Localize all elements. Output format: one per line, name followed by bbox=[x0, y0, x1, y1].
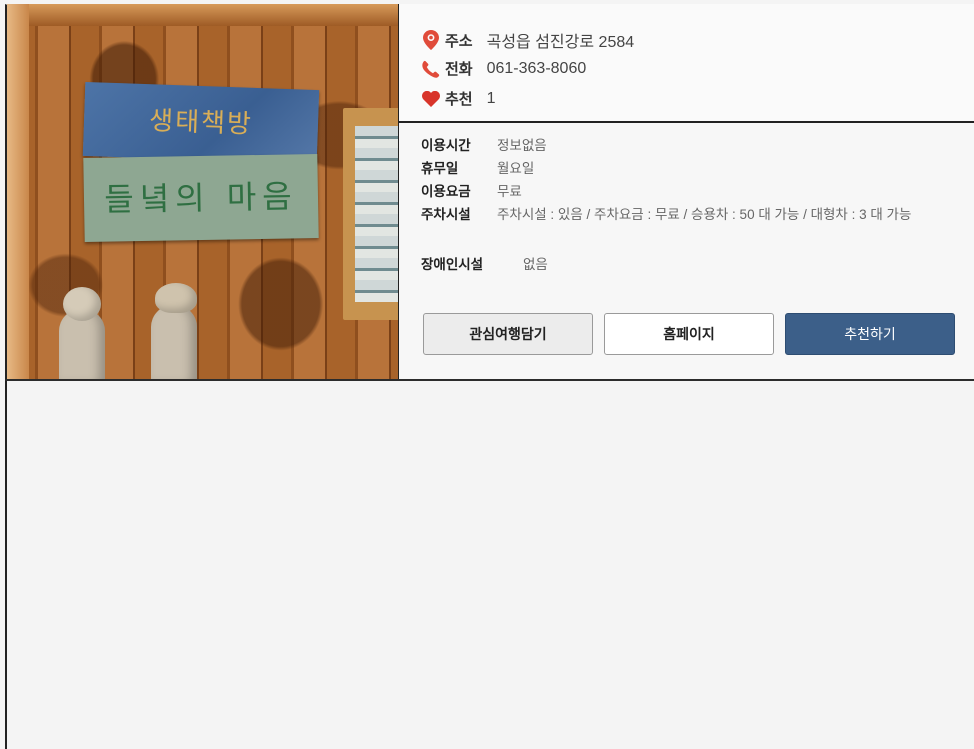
address-label: 주소 bbox=[445, 32, 473, 50]
photo-mirror-glass bbox=[355, 126, 398, 302]
add-to-favorites-button[interactable]: 관심여행담기 bbox=[423, 313, 593, 355]
recommend-count-row: 추천 1 bbox=[421, 88, 496, 109]
parking-label: 주차시설 bbox=[421, 207, 471, 222]
accessibility-value: 없음 bbox=[523, 257, 548, 272]
photo-sign-top: 생태책방 bbox=[82, 81, 320, 165]
heart-icon bbox=[421, 89, 441, 109]
photo-wood-beam bbox=[29, 4, 398, 26]
contact-info-panel: 주소 곡성읍 섬진강로 2584 전화 061-363-8060 추천 1 bbox=[398, 4, 974, 123]
recommend-button[interactable]: 추천하기 bbox=[785, 313, 955, 355]
phone-row: 전화 061-363-8060 bbox=[421, 58, 586, 79]
accessibility-row: 장애인시설 없음 bbox=[421, 254, 974, 276]
phone-value[interactable]: 061-363-8060 bbox=[487, 60, 587, 78]
parking-value: 주차시설 : 있음 / 주차요금 : 무료 / 승용차 : 50 대 가능 / … bbox=[497, 207, 912, 222]
photo-doll-figure bbox=[59, 287, 105, 379]
phone-icon bbox=[421, 59, 441, 79]
closed-day-label: 휴무일 bbox=[421, 161, 459, 176]
recommend-count: 1 bbox=[486, 89, 496, 107]
closed-day-row: 휴무일 월요일 bbox=[421, 158, 974, 180]
phone-label: 전화 bbox=[445, 61, 473, 78]
usage-info-panel: 이용시간 정보없음 휴무일 월요일 이용요금 무료 주차시설 주차시설 : 있음… bbox=[398, 123, 974, 380]
hours-label: 이용시간 bbox=[421, 138, 471, 153]
homepage-button[interactable]: 홈페이지 bbox=[604, 313, 774, 355]
address-row: 주소 곡성읍 섬진강로 2584 bbox=[421, 28, 634, 52]
recommend-label: 추천 bbox=[445, 91, 473, 108]
address-value: 곡성읍 섬진강로 2584 bbox=[486, 34, 635, 51]
fee-label: 이용요금 bbox=[421, 184, 471, 199]
section-divider bbox=[5, 379, 974, 381]
location-pin-icon bbox=[421, 30, 441, 50]
hours-row: 이용시간 정보없음 bbox=[421, 135, 974, 157]
fee-value: 무료 bbox=[497, 184, 522, 199]
photo-sign-bottom: 들녘의 마음 bbox=[83, 153, 319, 243]
photo-wood-edge bbox=[7, 4, 29, 379]
closed-day-value: 월요일 bbox=[497, 161, 535, 176]
hours-value: 정보없음 bbox=[497, 138, 547, 153]
photo-mirror bbox=[343, 108, 398, 320]
parking-row: 주차시설 주차시설 : 있음 / 주차요금 : 무료 / 승용차 : 50 대 … bbox=[421, 204, 974, 226]
place-photo: 생태책방 들녘의 마음 bbox=[7, 4, 398, 379]
fee-row: 이용요금 무료 bbox=[421, 181, 974, 203]
photo-doll-figure bbox=[151, 283, 197, 379]
accessibility-label: 장애인시설 bbox=[421, 257, 484, 272]
